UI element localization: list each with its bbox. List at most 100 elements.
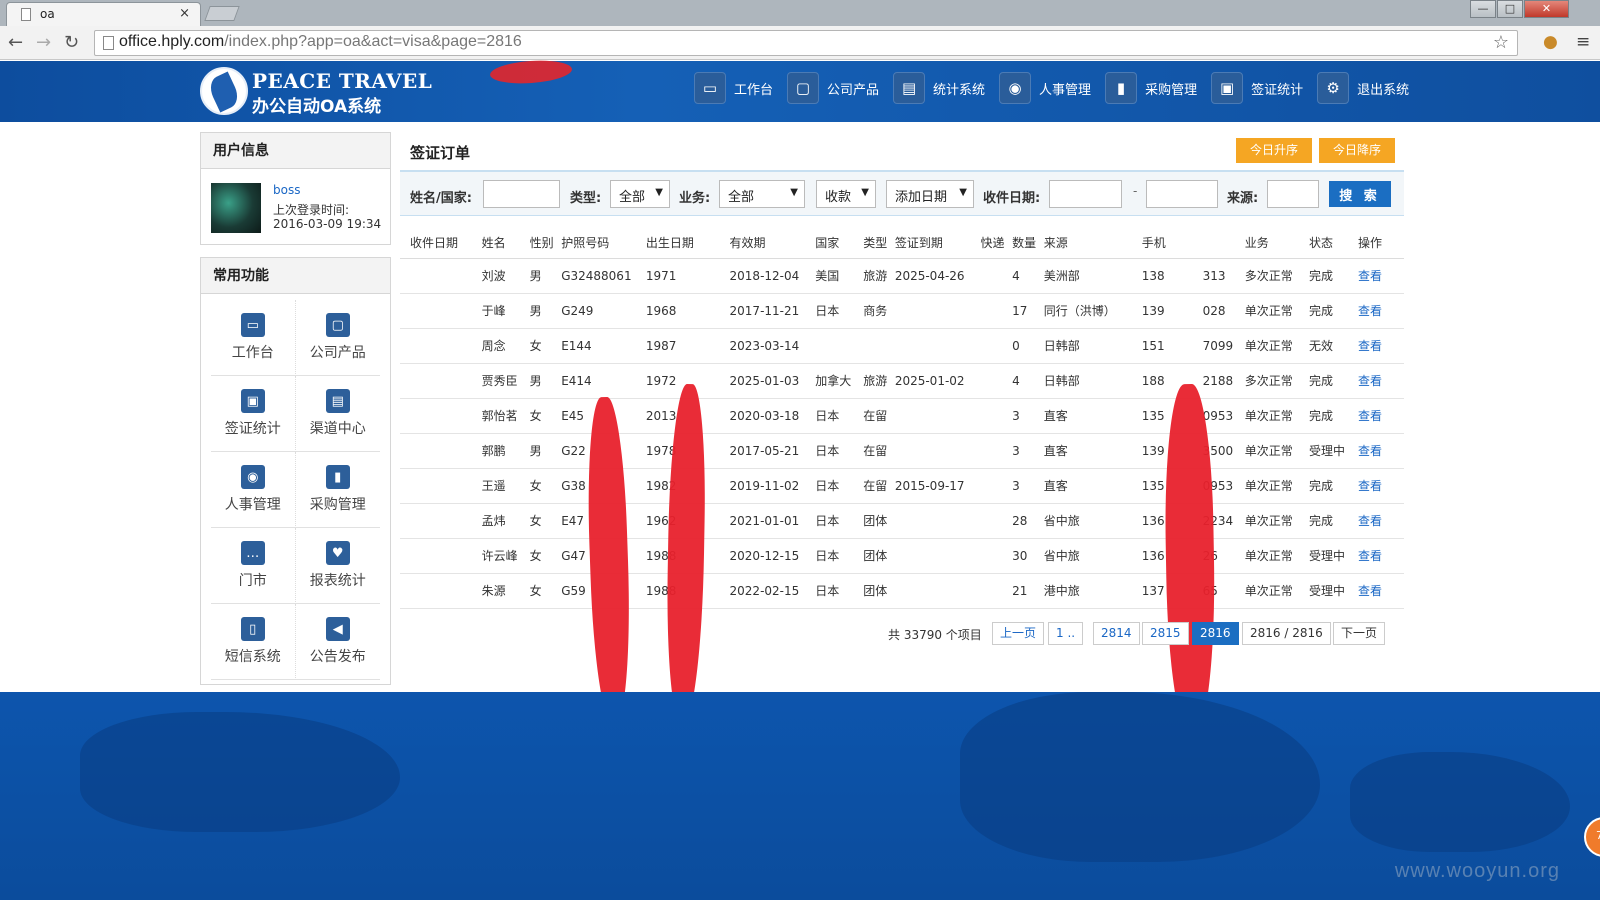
business-select[interactable]: 全部 ▼ (719, 180, 805, 208)
username-link[interactable]: boss (273, 183, 300, 197)
reload-icon[interactable]: ↻ (64, 32, 79, 53)
func-visa-stats[interactable]: ▣ 签证统计 (211, 376, 296, 452)
col-name[interactable]: 姓名 (481, 228, 530, 259)
cell-receive-date (400, 468, 482, 504)
payment-select[interactable]: 收款 ▼ (816, 180, 876, 208)
prev-page-button[interactable]: 上一页 (992, 622, 1045, 645)
nav-hr[interactable]: ◉ 人事管理 (999, 71, 1091, 105)
col-visa-expiry[interactable]: 签证到期 (894, 228, 981, 259)
view-link[interactable]: 查看 (1358, 339, 1382, 353)
func-reports[interactable]: ♥ 报表统计 (295, 528, 380, 604)
cell-name: 周念 (481, 328, 530, 364)
col-phone[interactable]: 手机 (1141, 228, 1245, 259)
sort-asc-button[interactable]: 今日升序 (1236, 138, 1313, 163)
view-link[interactable]: 查看 (1358, 584, 1382, 598)
cookie-extension-icon[interactable]: ● (1543, 32, 1558, 52)
col-business[interactable]: 业务 (1244, 228, 1310, 259)
func-workbench[interactable]: ▭ 工作台 (211, 300, 296, 376)
chart-icon: ▤ (893, 72, 926, 104)
page-2814[interactable]: 2814 (1093, 622, 1140, 645)
receive-date-end-input[interactable] (1146, 180, 1218, 208)
func-purchase[interactable]: ▮ 采购管理 (295, 452, 380, 528)
forward-arrow-icon[interactable]: → (36, 32, 51, 53)
date-type-select[interactable]: 添加日期 ▼ (886, 180, 974, 208)
nav-products[interactable]: ▢ 公司产品 (787, 71, 879, 105)
cell-express (980, 293, 1013, 329)
page-2815[interactable]: 2815 (1142, 622, 1189, 645)
name-country-input[interactable] (483, 180, 560, 208)
page-first[interactable]: 1 .. (1048, 622, 1084, 645)
col-status[interactable]: 状态 (1309, 228, 1358, 259)
view-link[interactable]: 查看 (1358, 549, 1382, 563)
view-link[interactable]: 查看 (1358, 479, 1382, 493)
nav-purchase[interactable]: ▮ 采购管理 (1105, 71, 1197, 105)
minimize-button[interactable]: — (1470, 0, 1496, 18)
col-express[interactable]: 快递 (980, 228, 1013, 259)
monitor-icon: ▭ (694, 72, 726, 104)
col-type[interactable]: 类型 (863, 228, 895, 259)
logo-english: PEACE TRAVEL (252, 69, 433, 93)
col-gender[interactable]: 性别 (529, 228, 562, 259)
view-link[interactable]: 查看 (1358, 304, 1382, 318)
view-link[interactable]: 查看 (1358, 514, 1382, 528)
col-country[interactable]: 国家 (815, 228, 864, 259)
col-birth[interactable]: 出生日期 (645, 228, 730, 259)
page-current[interactable]: 2816 (1192, 622, 1239, 645)
new-tab-button[interactable] (204, 6, 240, 21)
dropdown-arrow-icon: ▼ (861, 187, 869, 198)
browser-tab[interactable]: oa × (6, 2, 201, 26)
user-info-panel: 用户信息 boss 上次登录时间: 2016-03-09 19:34 (200, 132, 391, 245)
next-page-button[interactable]: 下一页 (1333, 622, 1386, 645)
cell-receive-date (400, 538, 482, 574)
bookmark-star-icon[interactable]: ☆ (1493, 32, 1509, 53)
col-passport[interactable]: 护照号码 (561, 228, 646, 259)
cell-express (980, 433, 1013, 469)
cell-valid: 2018-12-04 (729, 258, 816, 294)
func-hr[interactable]: ◉ 人事管理 (211, 452, 296, 528)
cell-action: 查看 (1357, 328, 1404, 364)
col-valid[interactable]: 有效期 (729, 228, 816, 259)
nav-logout[interactable]: ⚙ 退出系统 (1317, 71, 1409, 105)
nav-workbench[interactable]: ▭ 工作台 (694, 71, 773, 105)
view-link[interactable]: 查看 (1358, 374, 1382, 388)
func-products[interactable]: ▢ 公司产品 (295, 300, 380, 376)
nav-visa-stats[interactable]: ▣ 签证统计 (1211, 71, 1303, 105)
cell-country: 日本 (815, 538, 864, 574)
tab-close-icon[interactable]: × (179, 6, 190, 21)
address-bar[interactable]: office.hply.com/index.php?app=oa&act=vis… (94, 30, 1518, 56)
back-arrow-icon[interactable]: ← (8, 32, 23, 53)
cell-status: 完成 (1309, 503, 1358, 539)
menu-hamburger-icon[interactable]: ≡ (1576, 32, 1590, 52)
func-channel-center[interactable]: ▤ 渠道中心 (295, 376, 380, 452)
cell-country: 加拿大 (815, 363, 864, 399)
func-store[interactable]: … 门市 (211, 528, 296, 604)
cell-visa-expiry (894, 398, 981, 434)
search-button[interactable]: 搜 索 (1329, 181, 1391, 207)
view-link[interactable]: 查看 (1358, 409, 1382, 423)
cell-gender: 男 (529, 363, 562, 399)
cell-source: 直客 (1043, 398, 1142, 434)
cell-visa-expiry: 2015-09-17 (894, 468, 981, 504)
cell-status: 受理中 (1309, 538, 1358, 574)
col-receive-date[interactable]: 收件日期 (400, 228, 482, 259)
view-link[interactable]: 查看 (1358, 269, 1382, 283)
view-link[interactable]: 查看 (1358, 444, 1382, 458)
type-select[interactable]: 全部 ▼ (610, 180, 670, 208)
cell-visa-expiry (894, 328, 981, 364)
source-input[interactable] (1267, 180, 1319, 208)
col-quantity[interactable]: 数量 (1012, 228, 1044, 259)
window-close-button[interactable]: ✕ (1524, 0, 1569, 18)
cell-valid: 2017-05-21 (729, 433, 816, 469)
pagination: 共 33790 个项目 上一页 1 .. 2814 2815 2816 2816… (0, 622, 1600, 646)
cart-icon: ▮ (325, 465, 350, 489)
sort-desc-button[interactable]: 今日降序 (1319, 138, 1396, 163)
col-source[interactable]: 来源 (1043, 228, 1142, 259)
receive-date-start-input[interactable] (1049, 180, 1122, 208)
nav-statistics[interactable]: ▤ 统计系统 (893, 71, 985, 105)
maximize-button[interactable]: □ (1497, 0, 1523, 18)
cell-action: 查看 (1357, 433, 1404, 469)
table-row: 王遥女 G38 1982 2019-11-02 日本 在留 2015-09-17 3 直客 135… (400, 468, 1404, 504)
cell-receive-date (400, 328, 482, 364)
table-header-row: 收件日期 姓名 性别 护照号码 出生日期 有效期 国家 类型 签证到期 快递 数… (400, 228, 1404, 259)
map-shape (80, 712, 400, 832)
